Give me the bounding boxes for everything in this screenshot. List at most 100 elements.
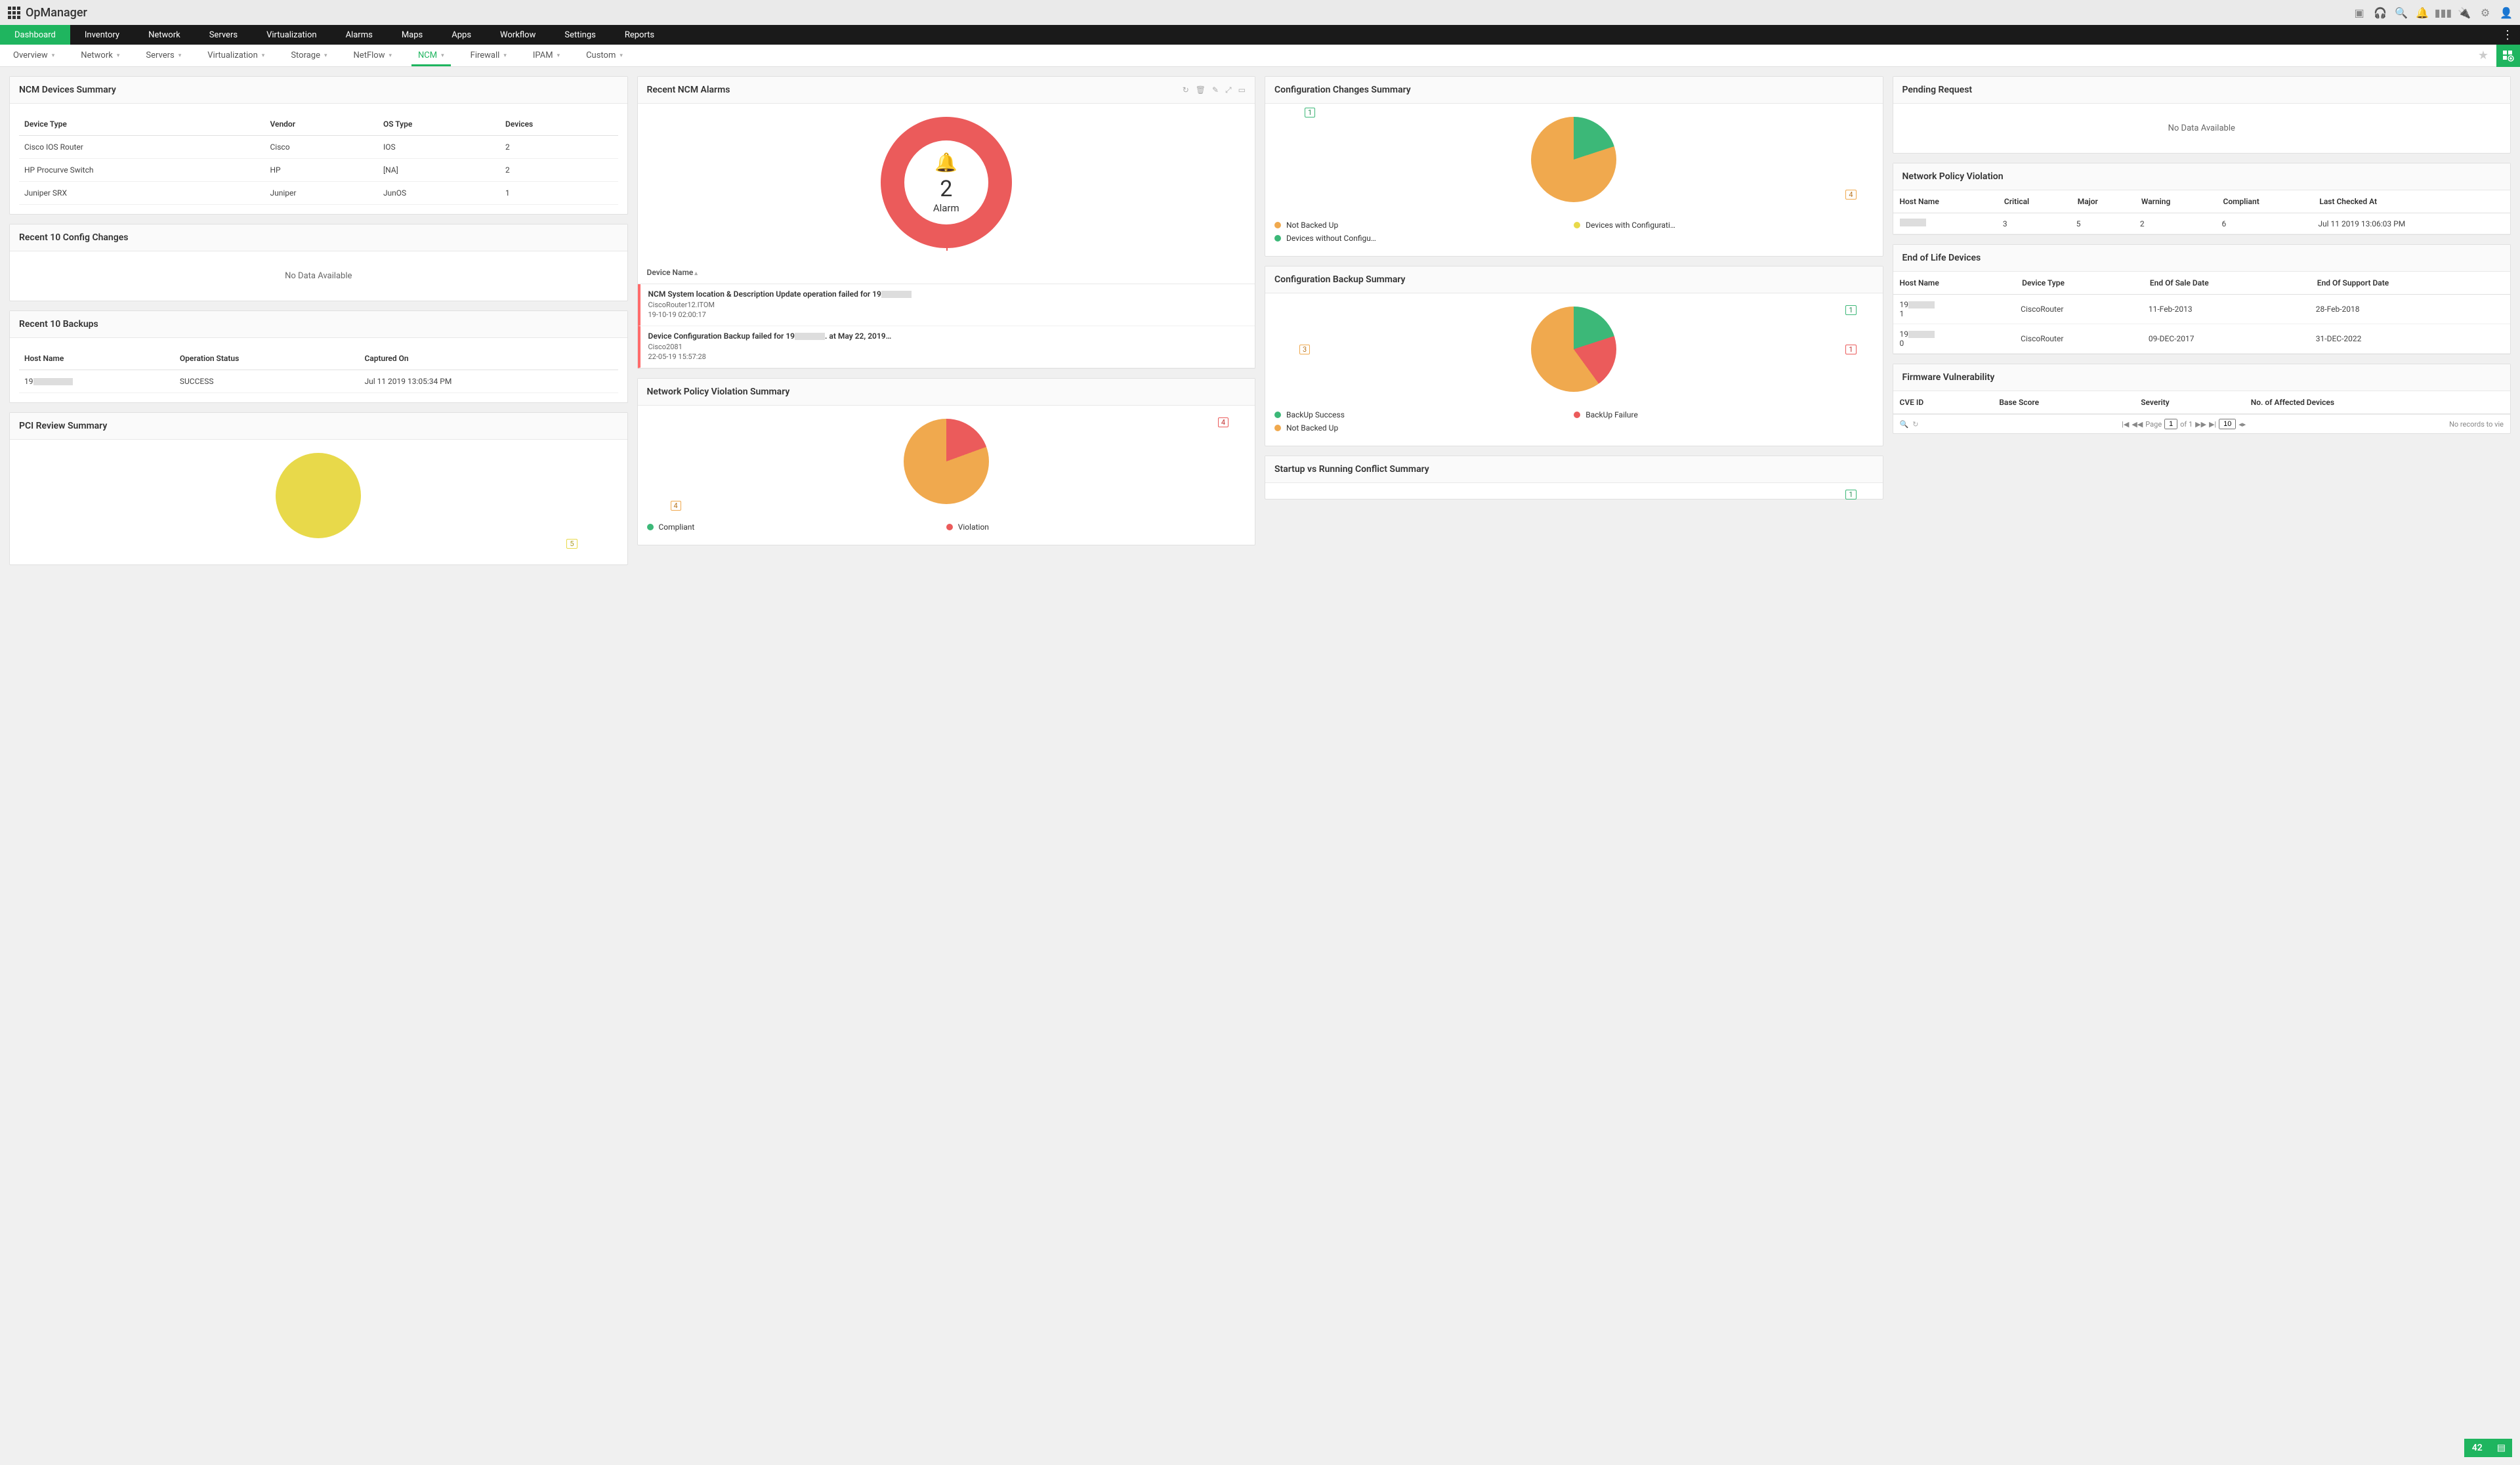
gear-icon[interactable]: ⚙ — [2479, 7, 2491, 18]
edit-icon[interactable]: ✎ — [1212, 85, 1219, 95]
search-icon[interactable]: 🔍 — [2395, 7, 2407, 18]
table-row[interactable]: 190 CiscoRouter 09-DEC-2017 31-DEC-2022 — [1893, 324, 2511, 354]
legend-item: BackUp Failure — [1574, 410, 1873, 419]
nav-inventory[interactable]: Inventory — [70, 25, 134, 45]
nav-virtualization[interactable]: Virtualization — [252, 25, 331, 45]
subnav-virtualization[interactable]: Virtualization▾ — [194, 45, 278, 66]
presentation-icon[interactable]: ▣ — [2353, 7, 2365, 18]
alarm-item[interactable]: NCM System location & Description Update… — [638, 284, 1255, 326]
alarm-item-time: 22-05-19 15:57:28 — [648, 352, 1248, 361]
pager-size-input[interactable] — [2219, 419, 2236, 429]
delete-icon[interactable]: 🗑 — [1196, 85, 1206, 95]
th[interactable]: End Of Support Date — [2312, 272, 2510, 295]
nav-dashboard[interactable]: Dashboard — [0, 25, 70, 45]
table-row[interactable]: 3 5 2 6 Jul 11 2019 13:06:03 PM — [1893, 213, 2511, 234]
legend-dot-icon — [1574, 412, 1580, 418]
battery-icon[interactable]: ▮▮▮ — [2437, 7, 2449, 18]
th[interactable]: No. of Affected Devices — [2246, 391, 2510, 414]
headset-icon[interactable]: 🎧 — [2374, 7, 2386, 18]
legend-dot-icon — [1274, 235, 1281, 242]
refresh-icon[interactable]: ↻ — [1183, 85, 1189, 95]
refresh-icon: ↻ — [1912, 420, 1918, 429]
pager-first-icon[interactable]: |◀ — [2122, 420, 2129, 429]
table-row[interactable]: HP Procurve SwitchHP[NA]2 — [19, 159, 618, 182]
subnav-overview[interactable]: Overview▾ — [0, 45, 68, 66]
pager-next-icon[interactable]: ▶▶ — [2195, 420, 2206, 429]
th[interactable]: Vendor — [264, 113, 377, 136]
nav-reports[interactable]: Reports — [610, 25, 669, 45]
legend-dot-icon — [1274, 425, 1281, 431]
widget-title: End of Life Devices — [1902, 253, 1981, 263]
subnav-netflow[interactable]: NetFlow▾ — [341, 45, 405, 66]
subnav-network[interactable]: Network▾ — [68, 45, 133, 66]
expand-icon[interactable]: ⤢ — [1225, 85, 1232, 95]
nav-maps[interactable]: Maps — [387, 25, 437, 45]
nav-settings[interactable]: Settings — [550, 25, 610, 45]
close-icon[interactable]: ▭ — [1238, 85, 1246, 95]
th[interactable]: Base Score — [1994, 391, 2135, 414]
nav-servers[interactable]: Servers — [195, 25, 252, 45]
user-icon[interactable]: 👤 — [2500, 7, 2512, 18]
th[interactable]: Host Name — [1893, 190, 1999, 213]
donut-inner: 🔔 2 Alarm — [904, 140, 988, 224]
add-widget-button[interactable] — [2496, 45, 2520, 67]
th[interactable]: Severity — [2135, 391, 2246, 414]
alarm-item-time: 19-10-19 02:00:17 — [648, 310, 1248, 319]
table-row[interactable]: 19 SUCCESS Jul 11 2019 13:05:34 PM — [19, 370, 618, 393]
th[interactable]: Devices — [500, 113, 618, 136]
widget-title: Startup vs Running Conflict Summary — [1274, 464, 1429, 475]
star-icon[interactable]: ★ — [2470, 49, 2496, 62]
pager-size-stepper-icon[interactable]: ◂▸ — [2238, 420, 2246, 429]
nav-more-icon[interactable]: ⋮ — [2495, 28, 2520, 42]
widget-pending: Pending Request No Data Available — [1893, 76, 2511, 154]
firmware-search[interactable]: 🔍↻ — [1900, 420, 1919, 429]
th[interactable]: Host Name — [1893, 272, 2017, 295]
chevron-down-icon: ▾ — [324, 53, 327, 59]
backup-pie: 1 1 3 — [1265, 293, 1883, 405]
footer-notification-tab[interactable]: 42 ▤ — [2464, 1439, 2512, 1457]
bell-icon[interactable]: 🔔 — [2416, 7, 2428, 18]
nav-alarms[interactable]: Alarms — [331, 25, 387, 45]
pager-prev-icon[interactable]: ◀◀ — [2132, 420, 2143, 429]
pie-callout: 4 — [1218, 417, 1228, 427]
th[interactable]: Major — [2072, 190, 2136, 213]
subnav-label: Custom — [586, 51, 616, 60]
th[interactable]: CVE ID — [1893, 391, 1994, 414]
th[interactable]: Warning — [2136, 190, 2218, 213]
th[interactable]: Compliant — [2218, 190, 2315, 213]
subnav-firewall[interactable]: Firewall▾ — [457, 45, 520, 66]
widget-policy-violation: Network Policy Violation Host Name Criti… — [1893, 163, 2511, 235]
th[interactable]: Host Name — [19, 347, 175, 370]
table-row[interactable]: Cisco IOS RouterCiscoIOS2 — [19, 136, 618, 159]
th[interactable]: Critical — [1999, 190, 2072, 213]
plug-icon[interactable]: 🔌 — [2458, 7, 2470, 18]
subnav-ncm[interactable]: NCM▾ — [405, 45, 457, 66]
th[interactable]: Operation Status — [175, 347, 360, 370]
redacted — [1900, 219, 1926, 226]
th[interactable]: Device Type — [2017, 272, 2145, 295]
th[interactable]: End Of Sale Date — [2145, 272, 2312, 295]
app-grid-icon[interactable] — [8, 7, 20, 19]
subnav-ipam[interactable]: IPAM▾ — [520, 45, 573, 66]
subnav-servers[interactable]: Servers▾ — [133, 45, 194, 66]
alarm-column-header[interactable]: Device Name▴ — [638, 261, 1255, 284]
firmware-pager: |◀ ◀◀ Page of 1 ▶▶ ▶| ◂▸ — [2122, 419, 2246, 429]
widget-title: Recent 10 Backups — [19, 319, 98, 329]
chevron-down-icon: ▾ — [262, 53, 265, 59]
nav-workflow[interactable]: Workflow — [486, 25, 550, 45]
widget-firmware: Firmware Vulnerability CVE ID Base Score… — [1893, 364, 2511, 434]
th[interactable]: Last Checked At — [2314, 190, 2510, 213]
nav-apps[interactable]: Apps — [437, 25, 486, 45]
pager-page-input[interactable] — [2164, 419, 2177, 429]
th[interactable]: OS Type — [378, 113, 500, 136]
th[interactable]: Captured On — [359, 347, 618, 370]
table-row[interactable]: Juniper SRXJuniperJunOS1 — [19, 182, 618, 205]
subnav-storage[interactable]: Storage▾ — [278, 45, 340, 66]
subnav-custom[interactable]: Custom▾ — [573, 45, 636, 66]
table-row[interactable]: 191 CiscoRouter 11-Feb-2013 28-Feb-2018 — [1893, 295, 2511, 324]
chevron-down-icon: ▾ — [52, 53, 55, 59]
th[interactable]: Device Type — [19, 113, 264, 136]
alarm-item[interactable]: Device Configuration Backup failed for 1… — [638, 326, 1255, 368]
pager-last-icon[interactable]: ▶| — [2209, 420, 2216, 429]
nav-network[interactable]: Network — [134, 25, 195, 45]
